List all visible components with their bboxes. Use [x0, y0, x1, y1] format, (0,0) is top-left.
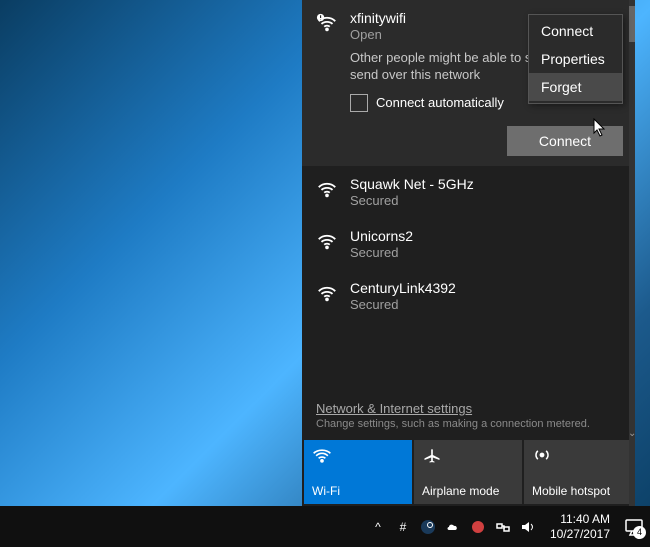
auto-connect-checkbox[interactable] — [350, 94, 368, 112]
airplane-icon — [422, 446, 442, 464]
mobile-hotspot-tile[interactable]: Mobile hotspot — [524, 440, 632, 504]
tray-network-icon[interactable] — [495, 519, 511, 535]
taskbar-clock[interactable]: 11:40 AM 10/27/2017 — [544, 512, 616, 541]
tray-app2-icon[interactable] — [470, 519, 486, 535]
context-menu-connect[interactable]: Connect — [529, 17, 622, 45]
notification-badge: 4 — [633, 526, 646, 539]
clock-date: 10/27/2017 — [550, 527, 610, 541]
network-name: Squawk Net - 5GHz — [350, 176, 623, 192]
taskbar: ^ # 11:40 AM 10/27/2017 4 — [0, 506, 650, 547]
connect-button[interactable]: Connect — [507, 126, 623, 156]
network-status: Secured — [350, 245, 623, 260]
tile-label: Airplane mode — [422, 484, 514, 498]
network-settings-desc: Change settings, such as making a connec… — [302, 418, 635, 440]
wifi-icon — [312, 446, 332, 464]
context-menu: Connect Properties Forget — [528, 14, 623, 104]
wifi-secured-icon — [316, 282, 338, 304]
tray-overflow-icon[interactable]: ^ — [370, 519, 386, 535]
network-settings-link[interactable]: Network & Internet settings — [302, 397, 635, 418]
tray-cloud-icon[interactable] — [445, 519, 461, 535]
tray-steam-icon[interactable] — [420, 519, 436, 535]
tray-app-icon[interactable]: # — [395, 519, 411, 535]
network-name: Unicorns2 — [350, 228, 623, 244]
context-menu-forget[interactable]: Forget — [529, 73, 622, 101]
tile-label: Mobile hotspot — [532, 484, 624, 498]
network-item[interactable]: Unicorns2 Secured — [302, 218, 635, 270]
tile-label: Wi-Fi — [312, 484, 404, 498]
network-flyout: xfinitywifi Open Other people might be a… — [302, 0, 635, 506]
quick-action-tiles: Wi-Fi Airplane mode Mobile hotspot — [302, 440, 635, 506]
wifi-tile[interactable]: Wi-Fi — [304, 440, 412, 504]
action-center-icon[interactable]: 4 — [624, 517, 644, 537]
clock-time: 11:40 AM — [550, 512, 610, 526]
network-item[interactable]: CenturyLink4392 Secured — [302, 270, 635, 322]
scroll-down-arrow[interactable]: ⌄ — [628, 428, 636, 436]
network-name: CenturyLink4392 — [350, 280, 623, 296]
wifi-secured-icon — [316, 178, 338, 200]
scrollbar-thumb[interactable] — [629, 6, 635, 42]
tray-volume-icon[interactable] — [520, 519, 536, 535]
network-item[interactable]: Squawk Net - 5GHz Secured — [302, 166, 635, 218]
context-menu-properties[interactable]: Properties — [529, 45, 622, 73]
wifi-open-icon — [316, 12, 338, 34]
network-status: Secured — [350, 297, 623, 312]
airplane-mode-tile[interactable]: Airplane mode — [414, 440, 522, 504]
hotspot-icon — [532, 446, 552, 464]
auto-connect-label: Connect automatically — [376, 95, 504, 110]
wifi-secured-icon — [316, 230, 338, 252]
network-status: Secured — [350, 193, 623, 208]
system-tray: ^ # — [370, 519, 536, 535]
